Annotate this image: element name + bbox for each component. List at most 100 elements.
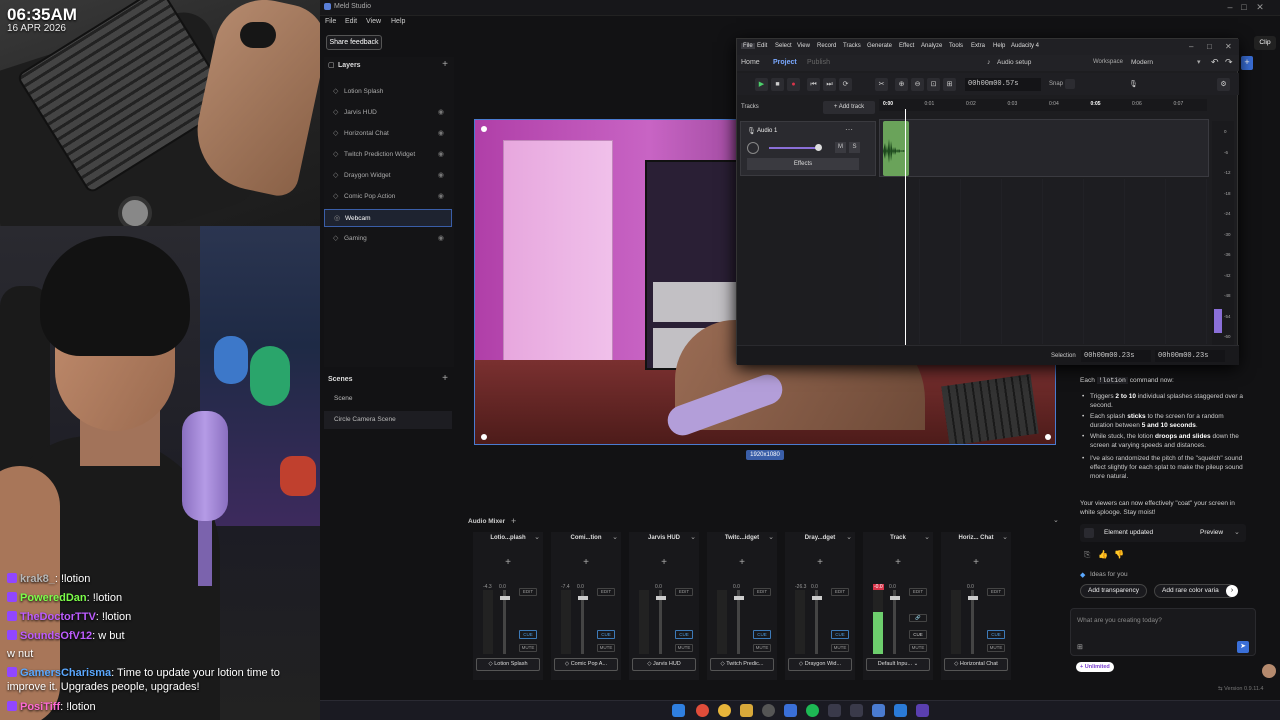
chevron-down-icon[interactable]: ⌄ bbox=[924, 533, 930, 541]
cue-button[interactable]: CUE bbox=[909, 630, 927, 639]
edit-button[interactable]: EDIT bbox=[831, 588, 849, 596]
edit-button[interactable]: EDIT bbox=[675, 588, 693, 596]
chevron-down-icon[interactable]: ▾ bbox=[1197, 58, 1201, 66]
attach-icon[interactable]: ⊞ bbox=[1077, 643, 1083, 651]
channel-name[interactable]: Lotio...plash bbox=[473, 535, 543, 541]
volume-fader[interactable] bbox=[500, 590, 510, 654]
avatar[interactable] bbox=[1262, 664, 1276, 678]
source-select[interactable]: ◇ Lotion Splash bbox=[476, 658, 540, 671]
chevron-down-icon[interactable]: ⌄ bbox=[1002, 533, 1008, 541]
source-select[interactable]: ◇ Jarvis HUD bbox=[632, 658, 696, 671]
channel-name[interactable]: Twitc...idget bbox=[707, 535, 777, 541]
mute-button[interactable]: MUTE bbox=[909, 644, 927, 652]
play-icon[interactable]: ▶ bbox=[755, 78, 768, 91]
more-icon[interactable]: ⋯ bbox=[845, 125, 853, 134]
timeline-ruler[interactable]: 0:00 0:01 0:02 0:03 0:04 0:05 0:06 0:07 bbox=[879, 99, 1207, 111]
chevron-down-icon[interactable]: ⌄ bbox=[690, 533, 696, 541]
resize-handle[interactable] bbox=[481, 434, 487, 440]
solo-button[interactable]: S bbox=[849, 142, 860, 153]
add-filter-icon[interactable]: + bbox=[707, 557, 777, 568]
chevron-down-icon[interactable]: ⌄ bbox=[612, 533, 618, 541]
playhead-cursor[interactable] bbox=[905, 109, 906, 345]
layer-item[interactable]: ◇ Lotion Splash bbox=[324, 83, 452, 101]
edit-button[interactable]: EDIT bbox=[909, 588, 927, 596]
file-explorer-icon[interactable] bbox=[740, 704, 753, 717]
vscode-icon[interactable] bbox=[894, 704, 907, 717]
menu-edit[interactable]: Edit bbox=[345, 18, 357, 25]
channel-name[interactable]: Track bbox=[863, 535, 933, 541]
source-select[interactable]: ◇ Twitch Predic... bbox=[710, 658, 774, 671]
audacity-menu-item[interactable]: Tools bbox=[949, 43, 963, 49]
add-filter-icon[interactable]: + bbox=[863, 557, 933, 568]
ai-prompt-box[interactable]: What are you creating today? ⊞ ➤ bbox=[1070, 608, 1256, 656]
audacity-menu-item[interactable]: Generate bbox=[867, 43, 892, 49]
volume-fader-knob[interactable] bbox=[656, 596, 666, 600]
mute-button[interactable]: MUTE bbox=[519, 644, 537, 652]
volume-fader-knob[interactable] bbox=[500, 596, 510, 600]
source-select[interactable]: ◇ Comic Pop A... bbox=[554, 658, 618, 671]
stop-icon[interactable]: ■ bbox=[771, 78, 784, 91]
audacity-menu-item[interactable]: Analyze bbox=[921, 43, 942, 49]
visibility-icon[interactable]: ◉ bbox=[438, 146, 444, 164]
source-select[interactable]: ◇ Draygon Wid... bbox=[788, 658, 852, 671]
loop-icon[interactable]: ⟳ bbox=[839, 78, 852, 91]
cue-button[interactable]: CUE bbox=[831, 630, 849, 639]
add-filter-icon[interactable]: + bbox=[473, 557, 543, 568]
idea-add-transparency-button[interactable]: Add transparency bbox=[1080, 584, 1147, 598]
idea-add-rare-color-button[interactable]: Add rare color varia bbox=[1154, 584, 1236, 598]
audacity-menu-item[interactable]: Extra bbox=[971, 43, 985, 49]
scene-item[interactable]: Circle Camera Scene bbox=[324, 411, 452, 429]
skip-start-icon[interactable]: ⏮ bbox=[807, 78, 820, 91]
menu-file[interactable]: File bbox=[325, 18, 336, 25]
cue-button[interactable]: CUE bbox=[753, 630, 771, 639]
zoom-in-icon[interactable]: ⊕ bbox=[895, 78, 908, 91]
volume-fader-knob[interactable] bbox=[812, 596, 822, 600]
thumbs-up-icon[interactable]: 👍 bbox=[1098, 550, 1108, 559]
workspace-select[interactable]: Modern bbox=[1131, 59, 1153, 66]
share-feedback-button[interactable]: Share feedback bbox=[326, 35, 382, 50]
volume-fader[interactable] bbox=[656, 590, 666, 654]
mute-button[interactable]: MUTE bbox=[753, 644, 771, 652]
cue-button[interactable]: CUE bbox=[987, 630, 1005, 639]
visibility-icon[interactable]: ◉ bbox=[438, 230, 444, 248]
microphone-icon[interactable]: 🎙 bbox=[1127, 78, 1140, 91]
audacity-menu-item[interactable]: Effect bbox=[899, 43, 914, 49]
volume-fader[interactable] bbox=[734, 590, 744, 654]
volume-fader-knob[interactable] bbox=[968, 596, 978, 600]
app-icon[interactable] bbox=[872, 704, 885, 717]
add-filter-icon[interactable]: + bbox=[941, 557, 1011, 568]
mute-button[interactable]: MUTE bbox=[597, 644, 615, 652]
visibility-icon[interactable]: ◉ bbox=[438, 167, 444, 185]
volume-fader-knob[interactable] bbox=[890, 596, 900, 600]
minimize-icon[interactable]: – bbox=[1189, 42, 1193, 51]
mute-button[interactable]: M bbox=[835, 142, 846, 153]
volume-fader-knob[interactable] bbox=[578, 596, 588, 600]
tab-publish[interactable]: Publish bbox=[807, 59, 830, 66]
close-icon[interactable]: ✕ bbox=[1254, 2, 1266, 14]
volume-slider-knob[interactable] bbox=[815, 144, 822, 151]
edit-button[interactable]: EDIT bbox=[519, 588, 537, 596]
layer-item[interactable]: ◇ Jarvis HUD ◉ bbox=[324, 104, 452, 122]
settings-icon[interactable]: ⚙ bbox=[1217, 78, 1230, 91]
zoom-fit-icon[interactable]: ⊡ bbox=[927, 78, 940, 91]
undo-icon[interactable]: ↶ bbox=[1211, 57, 1219, 68]
track-lane[interactable] bbox=[879, 119, 1209, 177]
scene-item[interactable]: Scene bbox=[324, 390, 452, 408]
app-icon[interactable] bbox=[784, 704, 797, 717]
visibility-icon[interactable]: ◉ bbox=[438, 104, 444, 122]
copy-icon[interactable]: ⎘ bbox=[1084, 550, 1090, 560]
add-filter-icon[interactable]: + bbox=[551, 557, 621, 568]
source-select[interactable]: Default Inpu... ⌄ bbox=[866, 658, 930, 671]
add-filter-icon[interactable]: + bbox=[629, 557, 699, 568]
effects-button[interactable]: Effects bbox=[747, 158, 859, 170]
tab-home[interactable]: Home bbox=[741, 59, 760, 66]
chevron-down-icon[interactable]: ⌄ bbox=[1234, 528, 1240, 536]
source-select[interactable]: ◇ Horizontal Chat bbox=[944, 658, 1008, 671]
resize-handle[interactable] bbox=[481, 126, 487, 132]
audacity-menu-item[interactable]: File bbox=[741, 43, 755, 49]
mute-button[interactable]: MUTE bbox=[831, 644, 849, 652]
send-icon[interactable]: ➤ bbox=[1237, 641, 1249, 653]
chrome-icon[interactable] bbox=[696, 704, 709, 717]
mute-button[interactable]: MUTE bbox=[987, 644, 1005, 652]
selection-end-field[interactable]: 00h00m00.23s bbox=[1155, 350, 1225, 362]
